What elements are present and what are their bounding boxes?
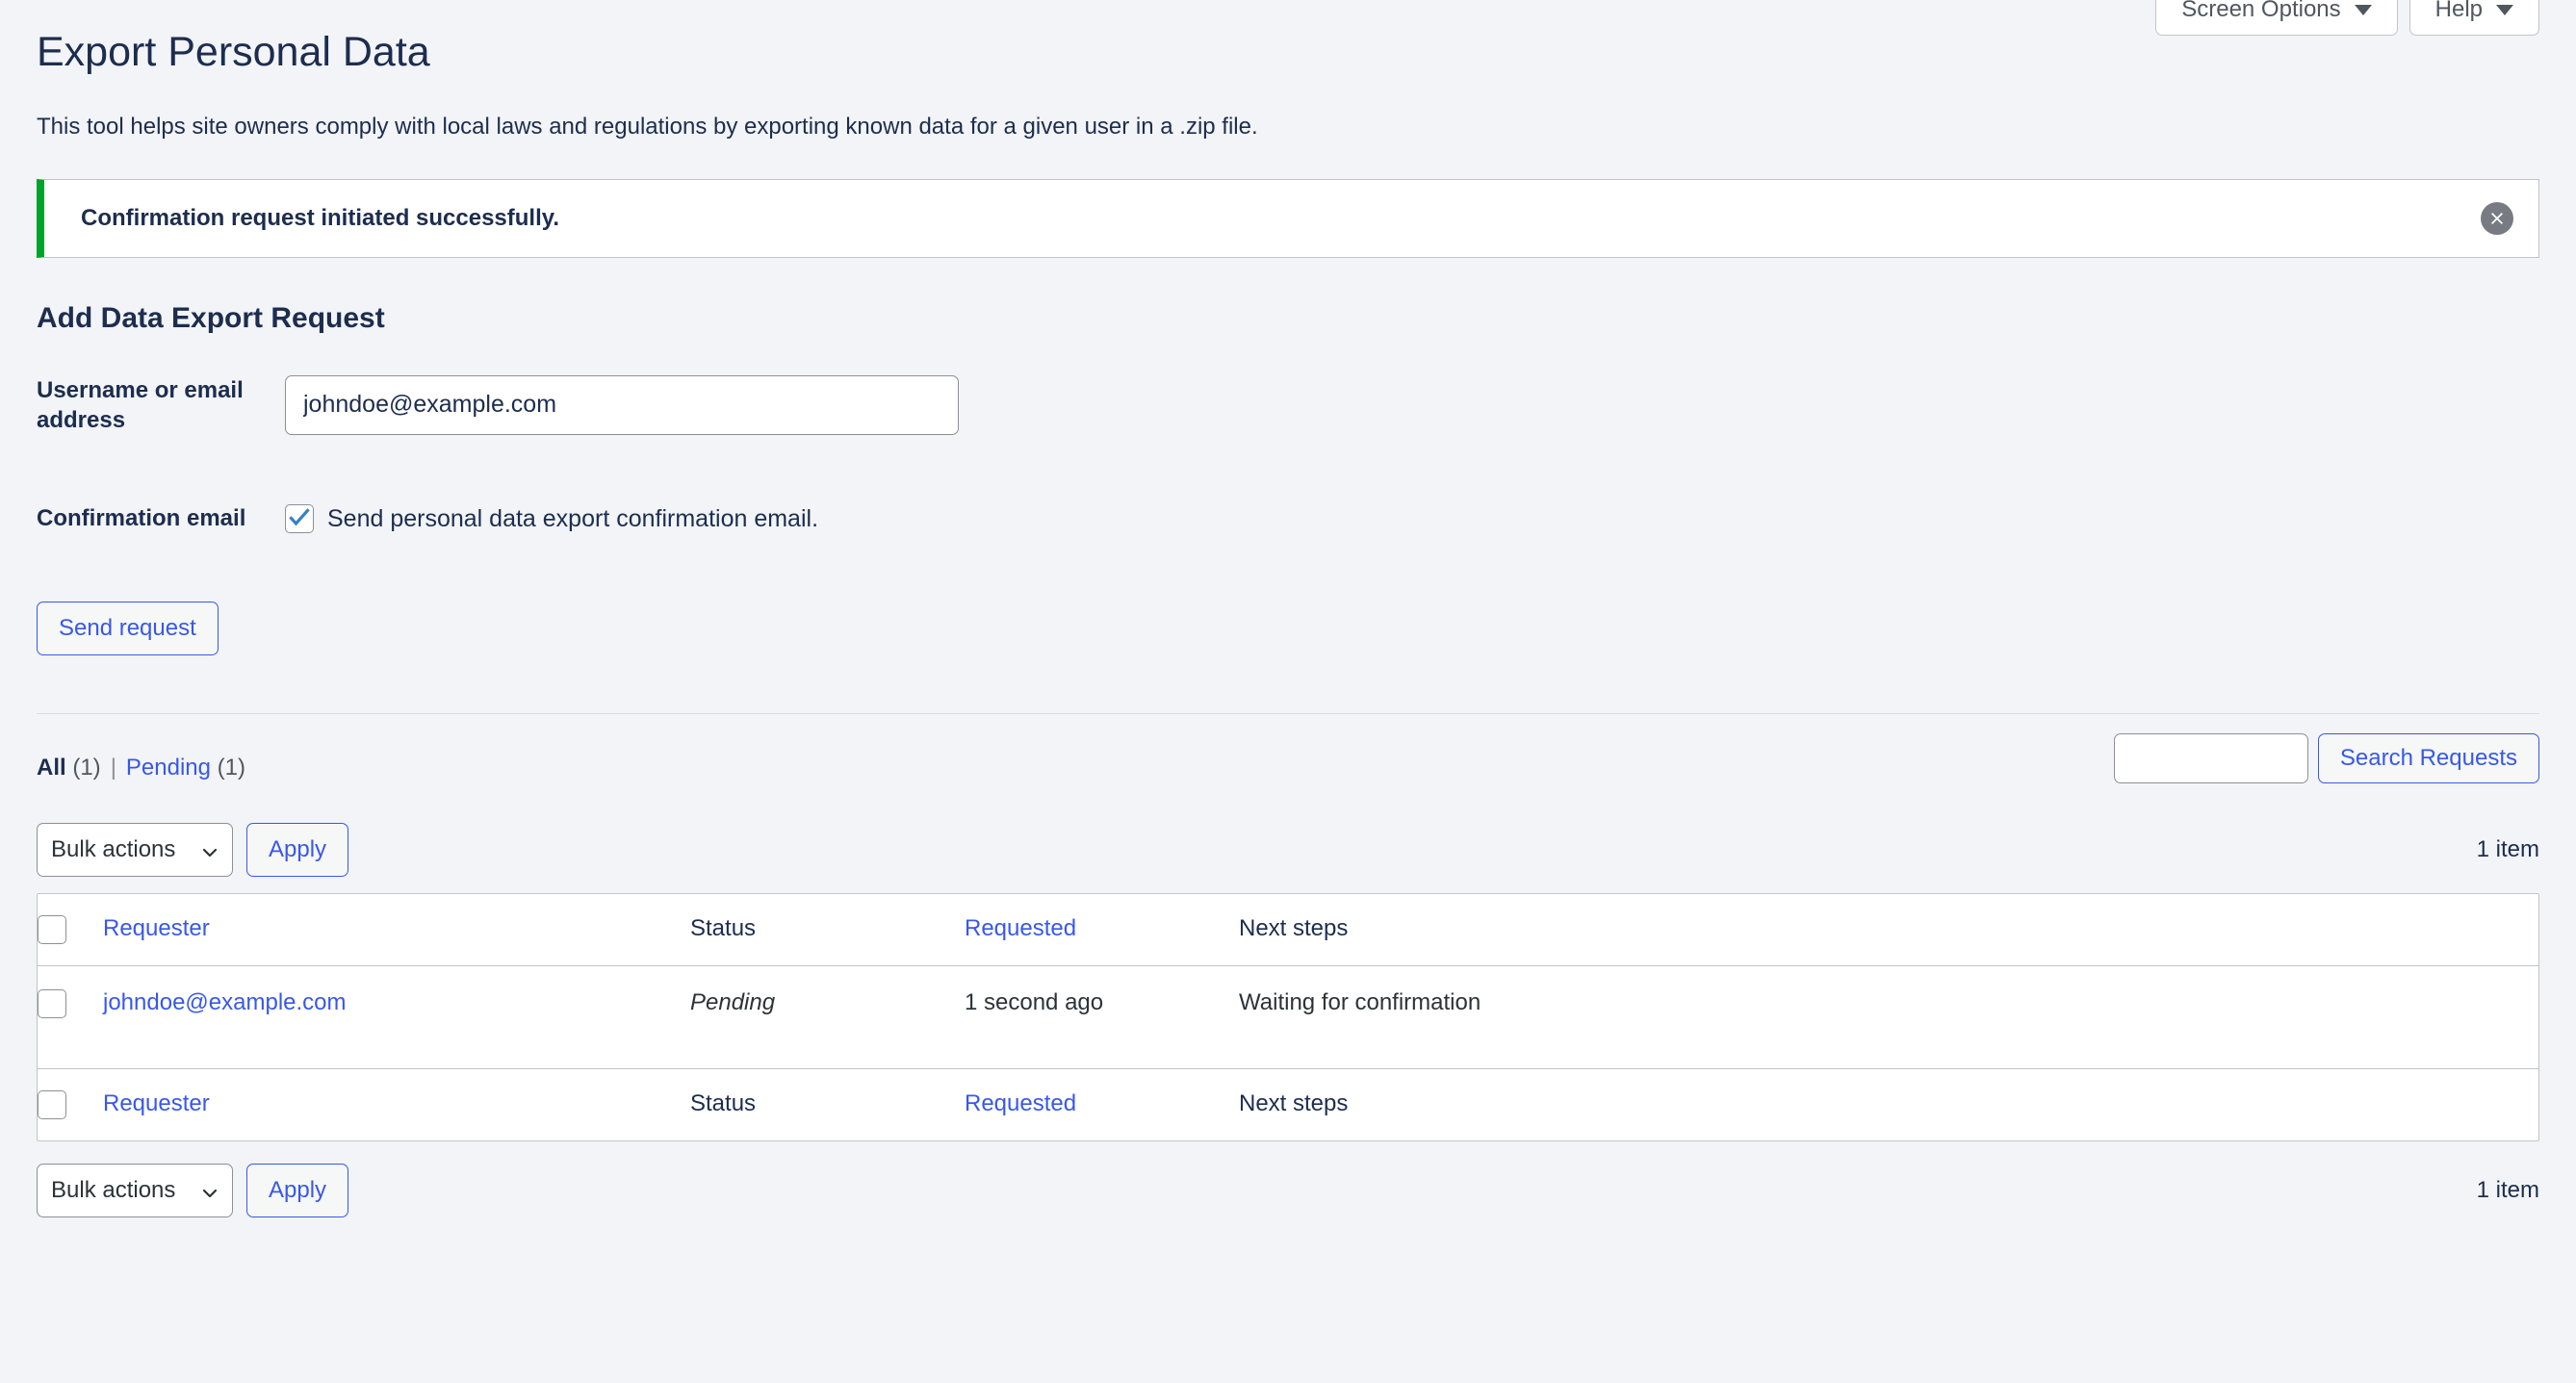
row-checkbox[interactable] (38, 988, 66, 1018)
tablenav-top: Bulk actions Apply 1 item (37, 820, 2539, 880)
select-all-checkbox-top[interactable] (38, 914, 66, 944)
notice-message: Confirmation request initiated successfu… (81, 204, 559, 231)
help-label: Help (2434, 0, 2483, 22)
username-or-email-input[interactable] (285, 374, 959, 435)
bulk-actions-select-top[interactable]: Bulk actions (37, 822, 233, 877)
filter-all-label[interactable]: All (37, 755, 66, 781)
help-button[interactable]: Help (2409, 0, 2539, 36)
screen-options-button[interactable]: Screen Options (2155, 0, 2398, 36)
filter-pending-link[interactable]: Pending (126, 755, 211, 781)
success-notice: Confirmation request initiated successfu… (37, 178, 2539, 258)
section-divider (37, 712, 2539, 714)
table-footer-row: Requester Status Requested Next steps (38, 1067, 2538, 1140)
send-confirmation-email-label: Send personal data export confirmation e… (327, 504, 819, 532)
filter-all-count: (1) (72, 754, 101, 781)
filter-pending-count: (1) (217, 754, 246, 781)
username-field-wrap (285, 374, 2539, 435)
table-row: johndoe@example.com Pending 1 second ago… (38, 966, 2538, 1068)
column-header-requested-bottom: Requested (965, 1067, 1239, 1140)
table-body: johndoe@example.com Pending 1 second ago… (38, 966, 2538, 1068)
close-circle-icon[interactable] (2481, 201, 2513, 235)
column-header-requester-bottom: Requester (103, 1067, 690, 1140)
add-export-request-form: Username or email address Confirmation e… (37, 371, 2539, 655)
bulk-actions-select-bottom[interactable]: Bulk actions (37, 1163, 233, 1217)
sort-requester-link-top[interactable]: Requester (103, 915, 210, 941)
submit-area: Send request (37, 553, 2539, 655)
column-header-next-steps-top: Next steps (1239, 894, 2538, 966)
row-requester-cell: johndoe@example.com (103, 966, 690, 1068)
chevron-down-icon (2496, 4, 2513, 15)
table-header-row: Requester Status Requested Next steps (38, 894, 2538, 966)
column-header-status-top: Status (690, 894, 965, 966)
search-box: Search Requests (2113, 732, 2539, 783)
column-header-requester-top: Requester (103, 894, 690, 966)
row-next-steps-cell: Waiting for confirmation (1239, 988, 1481, 1015)
screen-meta-links: Screen Options Help (2155, 0, 2539, 36)
list-toolbar: All (1) | Pending (1) Search Requests (37, 732, 2539, 801)
row-select-cell (38, 966, 103, 1068)
item-count-bottom: 1 item (2476, 1176, 2539, 1203)
chevron-down-icon (2354, 4, 2372, 15)
item-count-top: 1 item (2476, 835, 2539, 862)
search-input[interactable] (2113, 732, 2308, 783)
apply-button-bottom[interactable]: Apply (246, 1163, 349, 1217)
content-wrap: Export Personal Data This tool helps sit… (0, 0, 2576, 1220)
send-confirmation-email-checkbox[interactable] (285, 503, 314, 533)
screen-options-label: Screen Options (2181, 0, 2341, 22)
tablenav-bottom: Bulk actions Apply 1 item (37, 1161, 2539, 1220)
column-header-requested-top: Requested (965, 894, 1239, 966)
sort-requested-link-bottom[interactable]: Requested (965, 1090, 1076, 1116)
requester-link[interactable]: johndoe@example.com (103, 989, 347, 1015)
apply-button-top[interactable]: Apply (246, 822, 349, 877)
select-all-header-top (38, 894, 103, 966)
select-all-header-bottom (38, 1067, 103, 1140)
username-label: Username or email address (37, 376, 244, 433)
table-foot: Requester Status Requested Next steps (38, 1067, 2538, 1140)
page-description: This tool helps site owners comply with … (37, 113, 1258, 140)
search-requests-button[interactable]: Search Requests (2317, 732, 2539, 783)
confirmation-email-row: Confirmation email Send personal data ex… (37, 484, 2539, 553)
username-row: Username or email address (37, 371, 2539, 440)
send-request-button[interactable]: Send request (37, 601, 219, 655)
bulk-actions-select-wrap-bottom: Bulk actions (37, 1163, 233, 1217)
column-header-next-steps-bottom: Next steps (1239, 1067, 2538, 1140)
row-status-cell: Pending (690, 966, 965, 1068)
add-request-heading: Add Data Export Request (37, 301, 385, 334)
admin-page: Screen Options Help Export Personal Data… (0, 0, 2576, 1383)
confirmation-email-label: Confirmation email (37, 505, 246, 532)
confirmation-field-wrap: Send personal data export confirmation e… (285, 503, 2539, 533)
sort-requester-link-bottom[interactable]: Requester (103, 1090, 210, 1116)
bulk-actions-select-wrap: Bulk actions (37, 822, 233, 877)
column-header-status-bottom: Status (690, 1067, 965, 1140)
select-all-checkbox-bottom[interactable] (38, 1089, 66, 1119)
row-requested-cell: 1 second ago (965, 988, 1104, 1015)
status-badge: Pending (690, 988, 776, 1015)
sort-requested-link-top[interactable]: Requested (965, 915, 1076, 941)
filter-separator: | (110, 754, 116, 781)
export-requests-table: Requester Status Requested Next steps jo… (37, 892, 2539, 1141)
table-head: Requester Status Requested Next steps (38, 894, 2538, 966)
